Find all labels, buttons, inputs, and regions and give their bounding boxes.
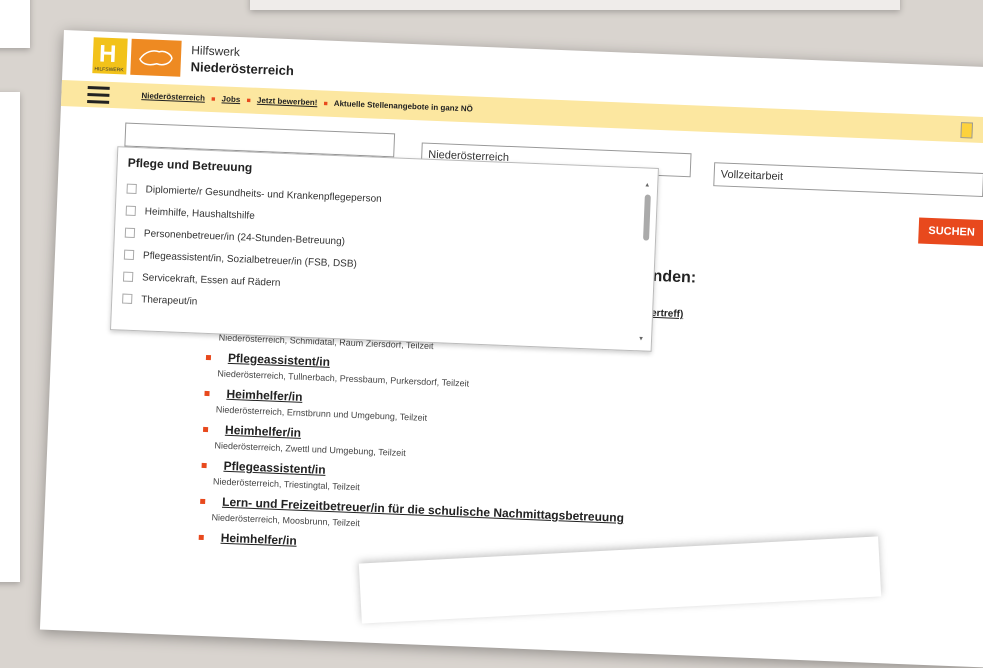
search-button[interactable]: SUCHEN (918, 217, 983, 247)
scroll-up-icon[interactable]: ▲ (644, 182, 650, 188)
category-dropdown[interactable]: Pflege und Betreuung Diplomierte/r Gesun… (109, 146, 659, 352)
logo-subtext: HILFSWERK (94, 66, 124, 74)
checkbox[interactable] (123, 249, 135, 260)
breadcrumb-link-niederoesterreich[interactable]: Niederösterreich (141, 91, 205, 103)
background-card (0, 92, 20, 582)
checkbox[interactable] (125, 205, 136, 217)
bullet-icon: ■ (323, 100, 328, 108)
breadcrumb-current: Aktuelle Stellenangebote in ganz NÖ (333, 98, 474, 114)
option-label: Therapeut/in (141, 293, 198, 308)
employment-select[interactable]: Vollzeitarbeit (713, 162, 983, 198)
option-label: Personenbetreuer/in (24-Stunden-Betreuun… (143, 227, 346, 247)
dropdown-scrollbar[interactable]: ▲ ▼ (637, 182, 653, 343)
checkbox[interactable] (126, 183, 137, 195)
brand-name: Hilfswerk (191, 43, 241, 60)
flag-icon[interactable] (960, 122, 974, 139)
checkbox[interactable] (124, 227, 136, 239)
scroll-down-icon[interactable]: ▼ (638, 336, 644, 342)
background-card (250, 0, 900, 10)
bullet-icon: ■ (246, 97, 251, 105)
checkbox[interactable] (122, 293, 133, 304)
option-label: Pflegeassistent/in, Sozialbetreuer/in (F… (142, 249, 358, 270)
bullet-icon: ■ (211, 95, 216, 104)
background-card (0, 0, 30, 48)
dropdown-options: Diplomierte/r Gesundheits- und Krankenpf… (122, 178, 382, 320)
option-label: Heimhilfe, Haushaltshilfe (144, 205, 255, 222)
map-icon (130, 38, 182, 77)
breadcrumb: Niederösterreich ■ Jobs ■ Jetzt bewerben… (141, 91, 473, 113)
breadcrumb-link-jobs[interactable]: Jobs (221, 94, 240, 104)
scrollbar-thumb[interactable] (643, 194, 651, 241)
brand-region: Niederösterreich (190, 59, 295, 79)
checkbox[interactable] (122, 271, 134, 282)
breadcrumb-link-bewerben[interactable]: Jetzt bewerben! (257, 96, 318, 107)
results-heading: nden: (652, 267, 697, 287)
option-label: Servicekraft, Essen auf Rädern (141, 271, 281, 289)
partial-job-link[interactable]: ertreff) (651, 308, 684, 320)
hilfswerk-logo[interactable]: H HILFSWERK (92, 37, 128, 75)
menu-icon[interactable] (87, 85, 110, 104)
logo-letter: H (98, 40, 117, 69)
dropdown-group-title: Pflege und Betreuung (127, 155, 253, 175)
